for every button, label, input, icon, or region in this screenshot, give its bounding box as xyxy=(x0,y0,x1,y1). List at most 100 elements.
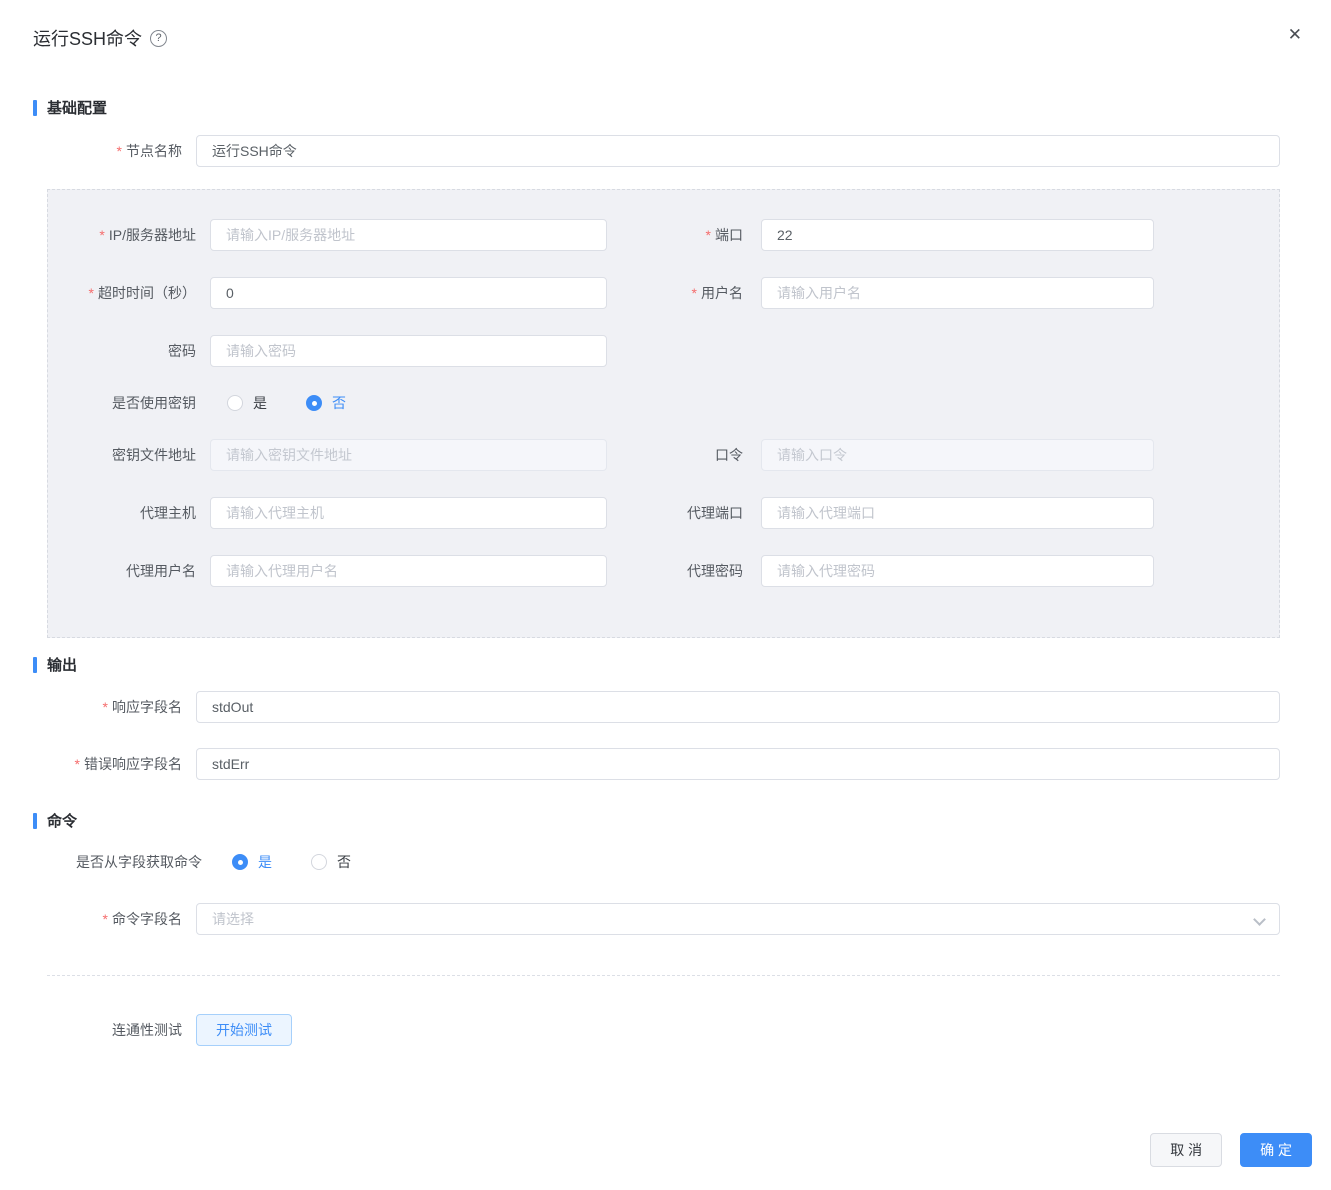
section-bar xyxy=(33,657,37,673)
use-key-no-label: 否 xyxy=(332,393,346,413)
section-bar xyxy=(33,813,37,829)
radio-icon xyxy=(227,395,243,411)
stderr-row: *错误响应字段名 xyxy=(33,748,1280,780)
command-field-select[interactable] xyxy=(196,903,1280,935)
node-name-label: *节点名称 xyxy=(33,141,182,161)
command-from-field-radio-yes[interactable]: 是 xyxy=(232,852,272,872)
timeout-field-cell: *超时时间（秒） xyxy=(48,277,608,309)
stdout-row: *响应字段名 xyxy=(33,691,1280,723)
command-from-field-radio-group: 是 否 xyxy=(232,852,351,872)
command-from-field-no-label: 否 xyxy=(337,852,351,872)
section-basic-title: 基础配置 xyxy=(47,97,107,118)
dialog-title: 运行SSH命令 xyxy=(33,25,142,51)
stderr-input[interactable] xyxy=(196,748,1280,780)
password-input[interactable] xyxy=(210,335,607,367)
section-command: 命令 xyxy=(33,810,1280,831)
connectivity-test-row: 连通性测试 开始测试 xyxy=(33,1014,1280,1046)
port-input[interactable] xyxy=(761,219,1154,251)
proxy-port-input[interactable] xyxy=(761,497,1154,529)
section-bar xyxy=(33,100,37,116)
required-mark: * xyxy=(103,699,108,715)
proxy-password-input[interactable] xyxy=(761,555,1154,587)
required-mark: * xyxy=(103,911,108,927)
proxy-password-label: 代理密码 xyxy=(608,561,743,581)
radio-dot xyxy=(312,401,317,406)
passphrase-label: 口令 xyxy=(608,445,743,465)
section-basic-config: 基础配置 xyxy=(33,97,1280,118)
proxy-user-input[interactable] xyxy=(210,555,607,587)
proxy-port-field-cell: 代理端口 xyxy=(608,497,1154,529)
password-label: 密码 xyxy=(48,341,196,361)
ssh-command-dialog: 运行SSH命令 ? ✕ 基础配置 *节点名称 *IP/服务器地址 *端口 xyxy=(0,0,1331,1190)
required-mark: * xyxy=(117,143,122,159)
dialog-header: 运行SSH命令 ? xyxy=(0,0,1331,51)
stdout-label: *响应字段名 xyxy=(33,697,182,717)
command-field-label: *命令字段名 xyxy=(33,909,182,929)
use-key-radio-group: 是 否 xyxy=(227,393,346,413)
panel-row-timeout-user: *超时时间（秒） *用户名 xyxy=(48,277,1279,309)
use-key-radio-yes[interactable]: 是 xyxy=(227,393,267,413)
proxy-password-field-cell: 代理密码 xyxy=(608,555,1154,587)
connectivity-test-label: 连通性测试 xyxy=(33,1020,182,1040)
stderr-label: *错误响应字段名 xyxy=(33,754,182,774)
radio-dot xyxy=(238,860,243,865)
username-field-cell: *用户名 xyxy=(608,277,1154,309)
required-mark: * xyxy=(75,756,80,772)
ip-input[interactable] xyxy=(210,219,607,251)
use-key-yes-label: 是 xyxy=(253,393,267,413)
timeout-label: *超时时间（秒） xyxy=(48,283,196,303)
use-key-radio-no[interactable]: 否 xyxy=(306,393,346,413)
confirm-button[interactable]: 确 定 xyxy=(1240,1133,1312,1167)
panel-row-proxy-host-port: 代理主机 代理端口 xyxy=(48,497,1279,529)
command-from-field-label: 是否从字段获取命令 xyxy=(33,852,202,872)
close-icon[interactable]: ✕ xyxy=(1288,26,1302,43)
key-file-input xyxy=(210,439,607,471)
node-name-row: *节点名称 xyxy=(33,135,1280,167)
command-from-field-radio-no[interactable]: 否 xyxy=(311,852,351,872)
divider xyxy=(47,975,1280,976)
command-field-row: *命令字段名 xyxy=(33,903,1280,935)
dialog-body: 基础配置 *节点名称 *IP/服务器地址 *端口 *超时时间（秒） xyxy=(0,97,1331,1046)
proxy-host-field-cell: 代理主机 xyxy=(48,497,608,529)
passphrase-field-cell: 口令 xyxy=(608,439,1154,471)
username-input[interactable] xyxy=(761,277,1154,309)
command-from-field-yes-label: 是 xyxy=(258,852,272,872)
key-file-label: 密钥文件地址 xyxy=(48,445,196,465)
required-mark: * xyxy=(706,227,711,243)
radio-icon xyxy=(311,854,327,870)
proxy-host-input[interactable] xyxy=(210,497,607,529)
port-field-cell: *端口 xyxy=(608,219,1154,251)
required-mark: * xyxy=(692,285,697,301)
panel-row-use-key: 是否使用密钥 是 否 xyxy=(48,393,1279,413)
command-field-select-input[interactable] xyxy=(196,903,1280,935)
cancel-button[interactable]: 取 消 xyxy=(1150,1133,1222,1167)
section-command-title: 命令 xyxy=(47,810,77,831)
proxy-host-label: 代理主机 xyxy=(48,503,196,523)
required-mark: * xyxy=(99,227,104,243)
command-from-field-row: 是否从字段获取命令 是 否 xyxy=(33,852,1280,872)
connection-panel: *IP/服务器地址 *端口 *超时时间（秒） *用户名 xyxy=(47,189,1280,638)
radio-icon xyxy=(232,854,248,870)
proxy-user-label: 代理用户名 xyxy=(48,561,196,581)
node-name-input[interactable] xyxy=(196,135,1280,167)
required-mark: * xyxy=(89,285,94,301)
section-output-title: 输出 xyxy=(47,654,77,675)
help-icon[interactable]: ? xyxy=(150,30,167,47)
proxy-user-field-cell: 代理用户名 xyxy=(48,555,608,587)
panel-row-proxy-user-password: 代理用户名 代理密码 xyxy=(48,555,1279,587)
section-output: 输出 xyxy=(33,654,1280,675)
passphrase-input xyxy=(761,439,1154,471)
use-key-label: 是否使用密钥 xyxy=(48,393,196,413)
timeout-input[interactable] xyxy=(210,277,607,309)
port-label: *端口 xyxy=(608,225,743,245)
password-field-cell: 密码 xyxy=(48,335,608,367)
radio-icon xyxy=(306,395,322,411)
panel-row-keyfile-passphrase: 密钥文件地址 口令 xyxy=(48,439,1279,471)
dialog-footer: 取 消 确 定 xyxy=(1150,1133,1312,1167)
stdout-input[interactable] xyxy=(196,691,1280,723)
proxy-port-label: 代理端口 xyxy=(608,503,743,523)
panel-row-ip-port: *IP/服务器地址 *端口 xyxy=(48,219,1279,251)
start-test-button[interactable]: 开始测试 xyxy=(196,1014,292,1046)
key-file-field-cell: 密钥文件地址 xyxy=(48,439,608,471)
use-key-field-cell: 是否使用密钥 是 否 xyxy=(48,393,608,413)
